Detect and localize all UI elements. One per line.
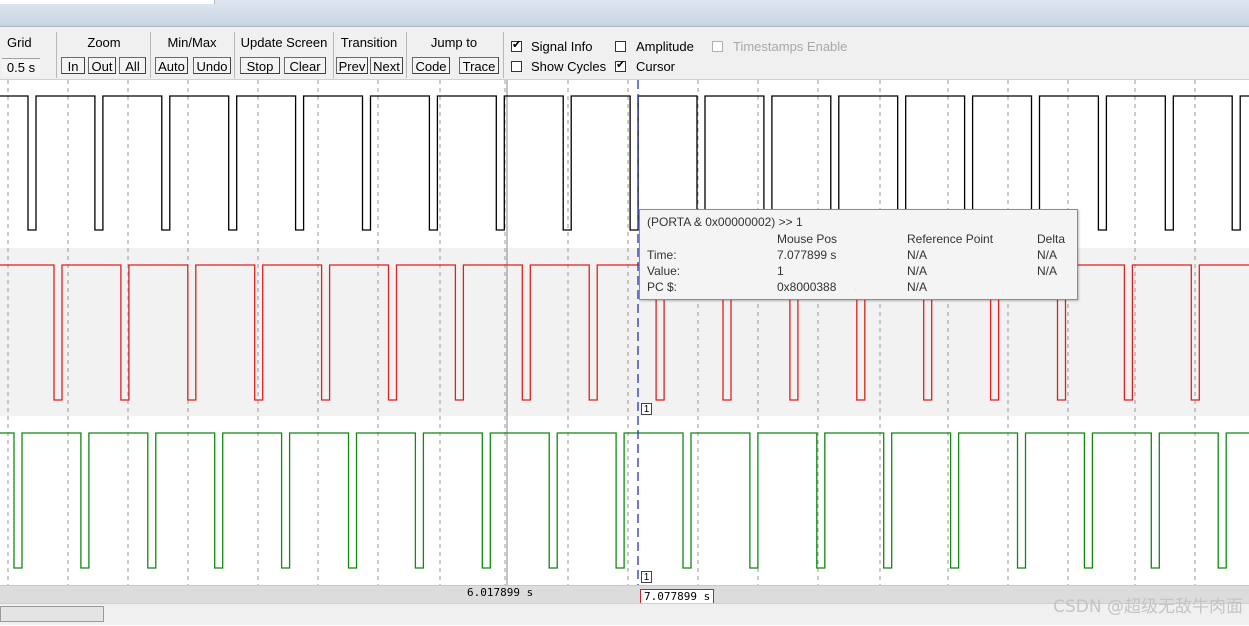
tooltip-time-delta: N/A xyxy=(1037,248,1058,262)
zoom-in-button[interactable]: In xyxy=(61,57,85,74)
signal-info-checkbox[interactable] xyxy=(511,38,522,53)
grid-value: 0.5 s xyxy=(2,58,40,76)
tooltip-header-reference-point: Reference Point xyxy=(907,232,994,246)
cursor-checkbox[interactable] xyxy=(615,58,626,73)
tooltip-signal-expression: (PORTA & 0x00000002) >> 1 xyxy=(647,215,803,229)
zoom-label: Zoom xyxy=(87,35,121,50)
signal-trace-green xyxy=(0,432,1249,569)
toolbar-separator xyxy=(234,32,235,78)
amplitude-label: Amplitude xyxy=(636,39,694,54)
show-cycles-label: Show Cycles xyxy=(531,59,607,74)
tooltip-value-delta: N/A xyxy=(1037,264,1058,278)
update-clear-button[interactable]: Clear xyxy=(284,57,326,74)
tooltip-header-delta: Delta xyxy=(1037,232,1066,246)
waveform-plot[interactable] xyxy=(0,80,1249,585)
minmax-auto-button[interactable]: Auto xyxy=(155,57,188,74)
update-stop-button[interactable]: Stop xyxy=(240,57,280,74)
tooltip-value-label: Value: xyxy=(647,264,681,278)
toolbar-separator xyxy=(503,32,504,78)
tooltip-header-mouse-pos: Mouse Pos xyxy=(777,232,838,246)
zoom-out-button[interactable]: Out xyxy=(88,57,116,74)
window-top-strip xyxy=(0,0,1249,27)
zoom-all-button[interactable]: All xyxy=(119,57,146,74)
minmax-label: Min/Max xyxy=(167,35,217,50)
jump-code-button[interactable]: Code xyxy=(412,57,450,74)
minmax-undo-button[interactable]: Undo xyxy=(193,57,231,74)
tooltip-value-mouse: 1 xyxy=(777,264,784,278)
timestamps-enable-checkbox xyxy=(712,41,723,52)
cursor-value-marker: 1 xyxy=(641,403,652,415)
transition-next-button[interactable]: Next xyxy=(370,57,403,74)
toolbar-separator xyxy=(56,32,57,78)
jump-trace-button[interactable]: Trace xyxy=(459,57,499,74)
grid-label: Grid xyxy=(7,35,32,50)
tooltip-pc-label: PC $: xyxy=(647,280,678,294)
transition-label: Transition xyxy=(340,35,398,50)
window-tab[interactable] xyxy=(0,0,215,4)
toolbar-separator xyxy=(150,32,151,78)
tooltip-time-mouse: 7.077899 s xyxy=(777,248,837,262)
jump-to-label: Jump to xyxy=(430,35,478,50)
cursor-value-marker: 1 xyxy=(641,571,652,583)
tooltip-time-label: Time: xyxy=(647,248,677,262)
tooltip-time-ref: N/A xyxy=(907,248,928,262)
tooltip-pc-mouse: 0x8000388 xyxy=(777,280,837,294)
update-screen-label: Update Screen xyxy=(240,35,328,50)
cursor-label: Cursor xyxy=(636,59,676,74)
watermark: CSDN @超级无敌牛肉面 xyxy=(1053,597,1243,617)
amplitude-checkbox[interactable] xyxy=(615,41,626,52)
show-cycles-checkbox[interactable] xyxy=(511,61,522,72)
reference-time-label: 6.017899 s xyxy=(467,586,534,599)
signal-info-label: Signal Info xyxy=(531,39,593,54)
transition-prev-button[interactable]: Prev xyxy=(336,57,368,74)
timestamps-enable-label: Timestamps Enable xyxy=(733,39,848,54)
signal-info-tooltip: (PORTA & 0x00000002) >> 1 Mouse Pos Refe… xyxy=(639,209,1078,300)
toolbar-separator xyxy=(406,32,407,78)
scrollbar-thumb[interactable] xyxy=(0,606,104,622)
tooltip-value-ref: N/A xyxy=(907,264,928,278)
tooltip-pc-ref: N/A xyxy=(907,280,928,294)
